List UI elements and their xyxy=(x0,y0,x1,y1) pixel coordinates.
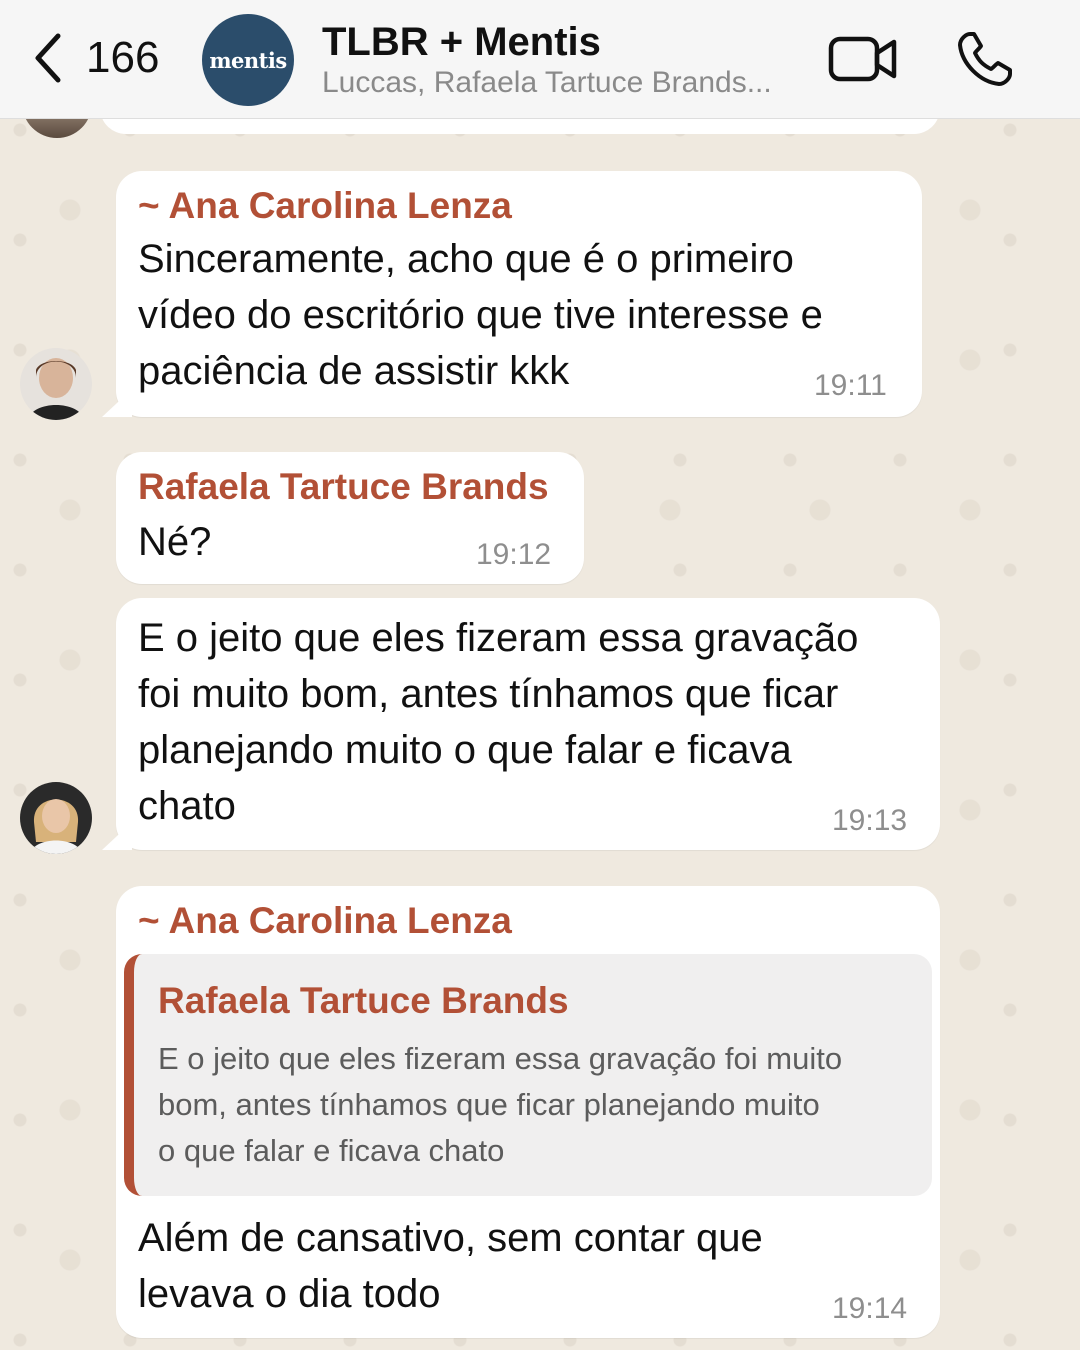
sender-avatar[interactable] xyxy=(20,348,92,420)
sender-avatar[interactable] xyxy=(20,782,92,854)
group-avatar-logo: mentis xyxy=(209,47,287,73)
chat-header: 166 mentis TLBR + Mentis Luccas, Rafaela… xyxy=(0,0,1080,119)
phone-icon[interactable] xyxy=(956,30,1014,88)
video-call-icon[interactable] xyxy=(828,34,898,84)
message-bubble-reply[interactable]: ~ Ana Carolina Lenza Rafaela Tartuce Bra… xyxy=(116,886,940,1338)
quoted-text: E o jeito que eles fizeram essa gravação… xyxy=(158,1041,843,1168)
message-text: Além de cansativo, sem contar que levava… xyxy=(138,1216,763,1316)
chevron-left-icon xyxy=(35,33,61,83)
message-time: 19:11 xyxy=(814,369,887,402)
unread-count: 166 xyxy=(86,33,160,82)
group-avatar[interactable]: mentis xyxy=(202,14,294,106)
message-time: 19:14 xyxy=(832,1292,908,1325)
back-button[interactable]: 166 xyxy=(30,30,159,86)
sender-name[interactable]: ~ Ana Carolina Lenza xyxy=(138,185,512,227)
sender-name[interactable]: Rafaela Tartuce Brands xyxy=(138,466,549,508)
message-text: E o jeito que eles fizeram essa gravação… xyxy=(138,616,859,828)
message-text: Né? xyxy=(138,520,212,564)
message-bubble[interactable]: E o jeito que eles fizeram essa gravação… xyxy=(116,598,940,850)
message-bubble[interactable]: ~ Ana Carolina Lenza Sinceramente, acho … xyxy=(116,171,922,417)
quoted-message[interactable]: Rafaela Tartuce Brands E o jeito que ele… xyxy=(124,954,932,1196)
chat-title[interactable]: TLBR + Mentis xyxy=(322,20,601,65)
message-time: 19:13 xyxy=(832,804,908,837)
message-bubble[interactable]: Rafaela Tartuce Brands Né? 19:12 xyxy=(116,452,584,584)
quoted-sender-name: Rafaela Tartuce Brands xyxy=(158,980,569,1021)
message-text: Sinceramente, acho que é o primeiro víde… xyxy=(138,237,823,393)
sender-name[interactable]: ~ Ana Carolina Lenza xyxy=(138,900,512,942)
chat-subtitle[interactable]: Luccas, Rafaela Tartuce Brands... xyxy=(322,66,812,100)
message-time: 19:12 xyxy=(476,538,552,571)
